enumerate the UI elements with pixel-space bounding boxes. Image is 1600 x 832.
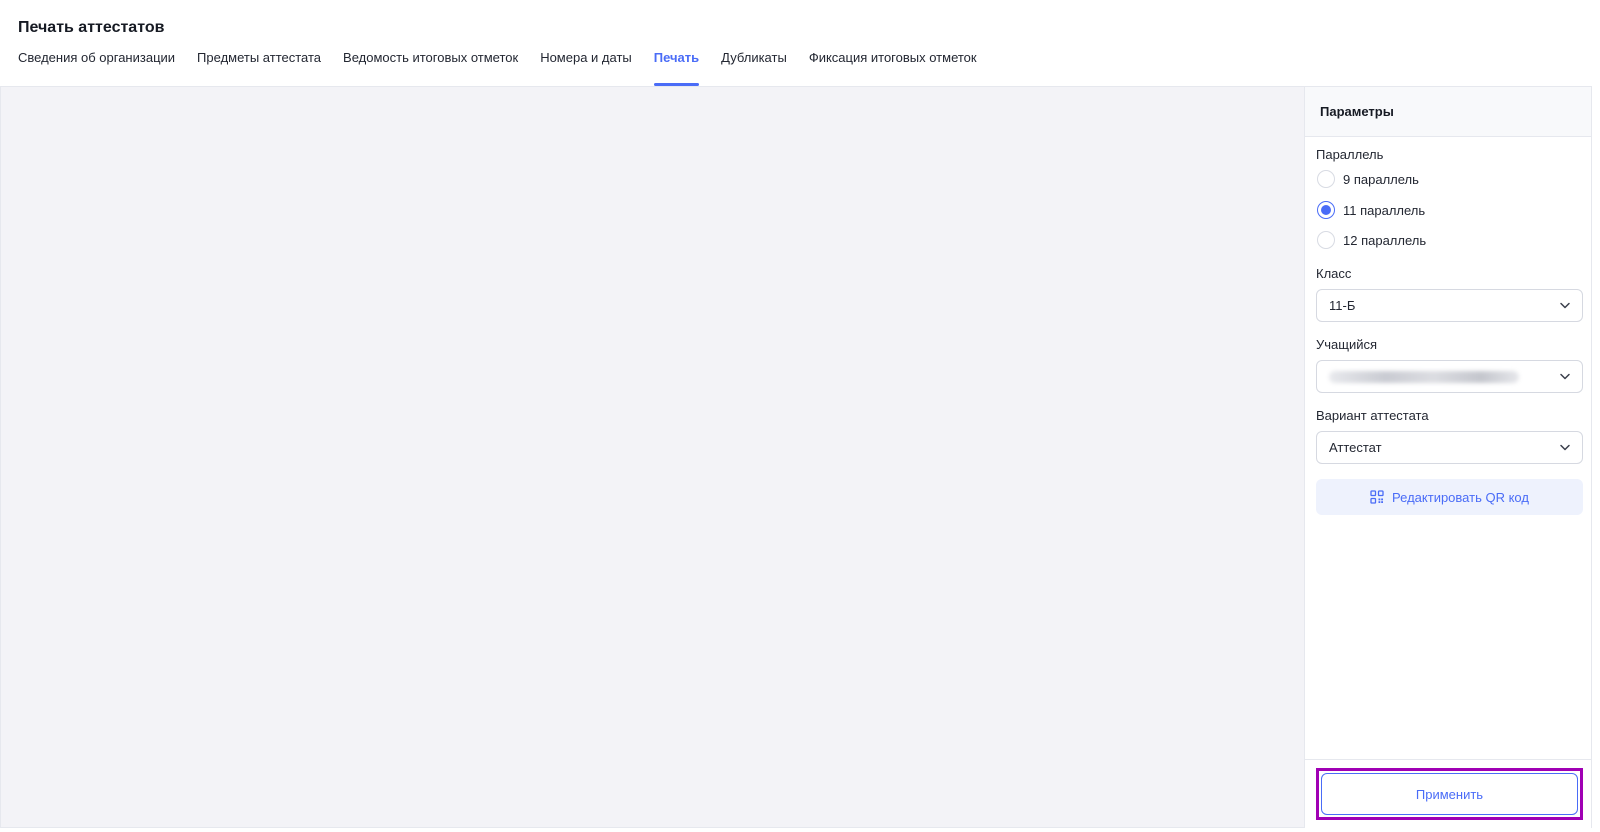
parameters-panel-footer: Применить bbox=[1305, 759, 1591, 828]
tab-final-grades-fixation[interactable]: Фиксация итоговых отметок bbox=[809, 49, 977, 87]
page-header: Печать аттестатов Сведения об организаци… bbox=[0, 0, 1592, 87]
tab-final-grades-sheet[interactable]: Ведомость итоговых отметок bbox=[343, 49, 518, 87]
chevron-down-icon bbox=[1560, 302, 1570, 309]
radio-label: 9 параллель bbox=[1343, 171, 1419, 187]
parameters-panel: Параметры Параллель 9 параллель 11 парал… bbox=[1304, 87, 1592, 828]
parameters-panel-title: Параметры bbox=[1305, 87, 1591, 137]
tab-numbers-and-dates[interactable]: Номера и даты bbox=[540, 49, 632, 87]
chevron-down-icon bbox=[1560, 373, 1570, 380]
class-label: Класс bbox=[1316, 266, 1352, 281]
radio-button-checked[interactable] bbox=[1317, 201, 1335, 219]
radio-parallel-12[interactable]: 12 параллель bbox=[1317, 231, 1426, 249]
tab-print[interactable]: Печать bbox=[653, 49, 700, 87]
variant-label: Вариант аттестата bbox=[1316, 408, 1429, 423]
tab-bar: Сведения об организации Предметы аттеста… bbox=[18, 49, 977, 87]
apply-button[interactable]: Применить bbox=[1321, 773, 1578, 815]
radio-button[interactable] bbox=[1317, 231, 1335, 249]
student-name-obscured bbox=[1329, 371, 1519, 383]
print-preview-area bbox=[0, 87, 1304, 828]
qr-code-icon bbox=[1370, 490, 1384, 504]
student-label: Учащийся bbox=[1316, 337, 1378, 352]
student-select[interactable] bbox=[1316, 360, 1583, 393]
tab-duplicates[interactable]: Дубликаты bbox=[721, 49, 787, 87]
radio-button[interactable] bbox=[1317, 170, 1335, 188]
class-select[interactable]: 11-Б bbox=[1316, 289, 1583, 322]
class-select-value: 11-Б bbox=[1329, 298, 1356, 313]
chevron-down-icon bbox=[1560, 444, 1570, 451]
radio-label: 11 параллель bbox=[1343, 202, 1426, 218]
radio-parallel-11[interactable]: 11 параллель bbox=[1317, 201, 1425, 219]
page-title: Печать аттестатов bbox=[18, 19, 165, 36]
variant-select[interactable]: Аттестат bbox=[1316, 431, 1583, 464]
edit-qr-code-button[interactable]: Редактировать QR код bbox=[1316, 479, 1583, 515]
radio-parallel-9[interactable]: 9 параллель bbox=[1317, 170, 1419, 188]
edit-qr-code-label: Редактировать QR код bbox=[1392, 489, 1529, 505]
tab-certificate-subjects[interactable]: Предметы аттестата bbox=[197, 49, 321, 87]
parallel-label: Параллель bbox=[1316, 147, 1384, 162]
variant-select-value: Аттестат bbox=[1329, 440, 1382, 455]
radio-label: 12 параллель bbox=[1343, 232, 1427, 248]
tab-organization-info[interactable]: Сведения об организации bbox=[18, 49, 175, 87]
